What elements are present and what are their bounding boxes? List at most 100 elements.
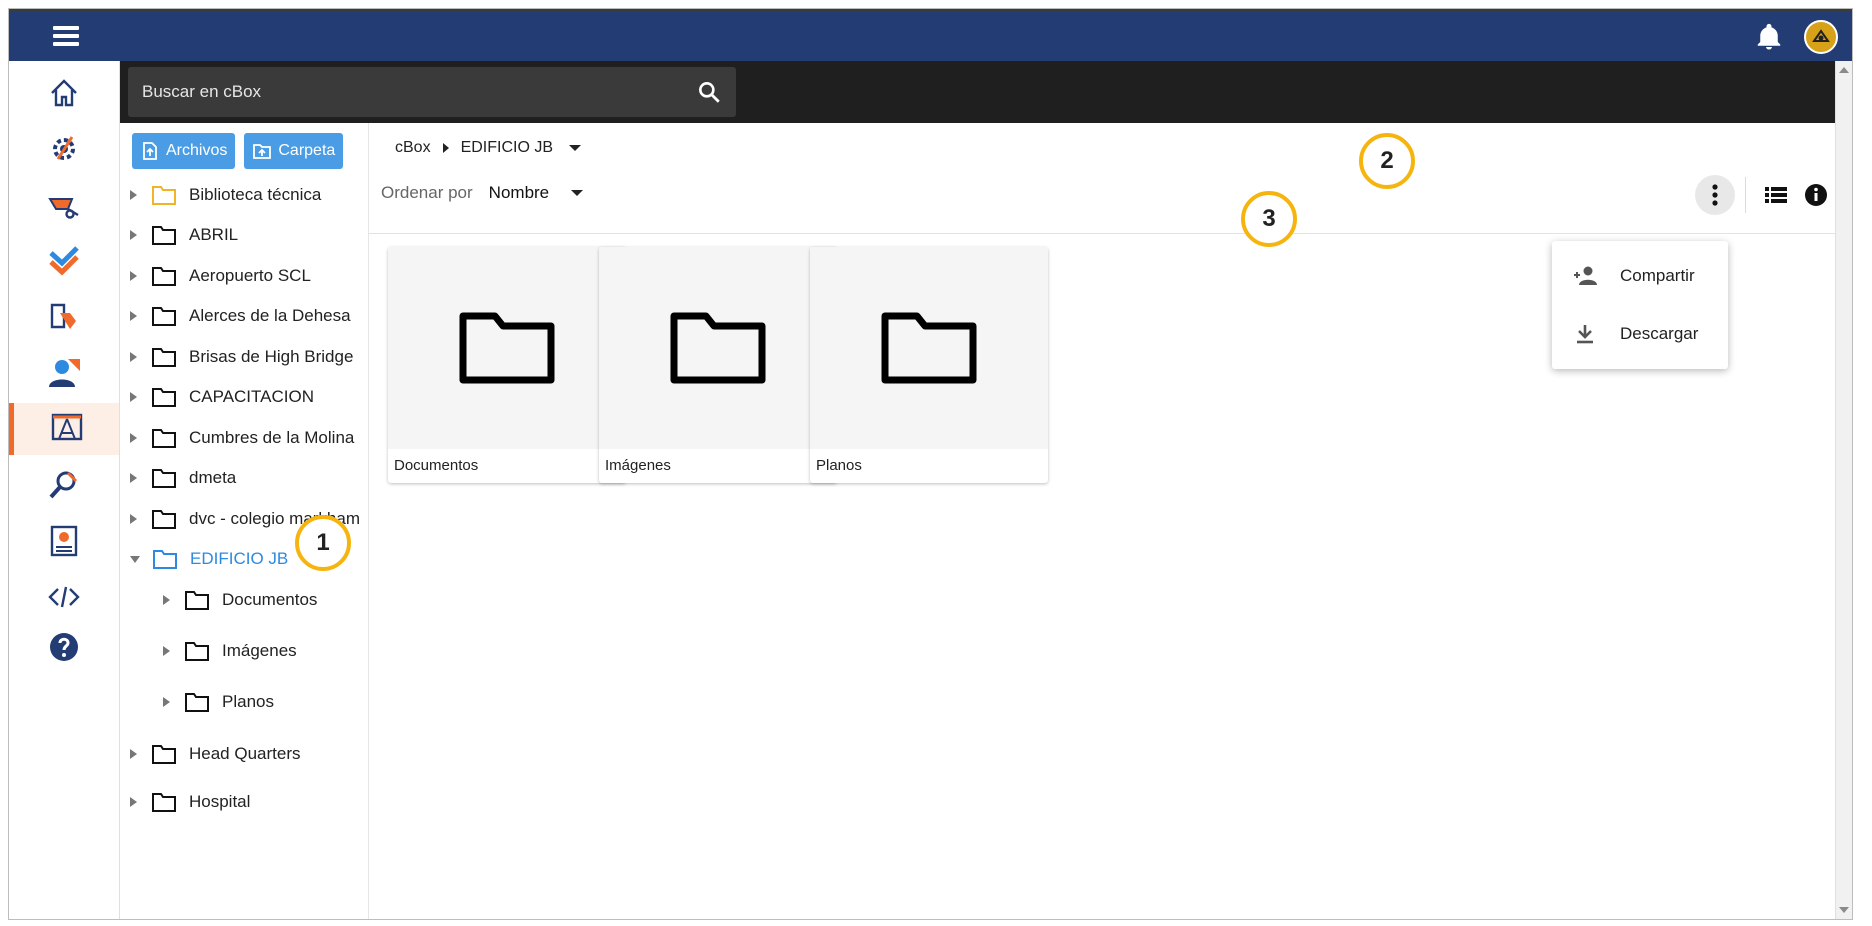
tree-child-node[interactable]: Imágenes (163, 631, 297, 671)
expand-arrow-icon[interactable] (163, 595, 170, 605)
breadcrumb-dropdown-icon[interactable] (569, 145, 582, 151)
expand-arrow-icon[interactable] (130, 230, 137, 240)
rail-home[interactable] (9, 67, 119, 119)
more-options-button[interactable] (1695, 175, 1735, 215)
sort-label: Ordenar por (381, 183, 473, 202)
vertical-scrollbar[interactable] (1835, 61, 1852, 919)
tree-node-selected[interactable]: EDIFICIO JB (130, 539, 288, 579)
expand-arrow-icon[interactable] (130, 473, 137, 483)
folder-icon (152, 388, 176, 407)
upload-folder-label: Carpeta (278, 142, 336, 159)
user-icon (49, 359, 80, 387)
expand-arrow-icon[interactable] (130, 311, 137, 321)
notifications-bell-icon[interactable] (1754, 22, 1784, 52)
company-logo-icon (1812, 29, 1830, 42)
tree-node[interactable]: Biblioteca técnica (130, 175, 321, 215)
tree-node[interactable]: Head Quarters (130, 734, 301, 774)
expand-arrow-icon[interactable] (163, 697, 170, 707)
list-view-icon (1765, 187, 1787, 203)
breadcrumb-separator-icon (442, 143, 449, 153)
view-toolbar (1695, 175, 1836, 215)
info-icon (1805, 184, 1827, 206)
rail-help[interactable] (9, 621, 119, 673)
breadcrumb-root[interactable]: cBox (395, 139, 431, 157)
folder-card[interactable]: Documentos (388, 247, 626, 483)
menu-item-label: Compartir (1620, 266, 1695, 285)
rail-users[interactable] (9, 347, 119, 399)
tree-node-label: ABRIL (189, 225, 239, 244)
list-view-button[interactable] (1756, 175, 1796, 215)
tree-node[interactable]: Hospital (130, 782, 250, 822)
menu-item-download[interactable]: Descargar (1552, 305, 1728, 363)
more-options-menu: Compartir Descargar (1552, 241, 1728, 369)
sort-select[interactable]: Nombre (488, 183, 584, 203)
top-app-bar (9, 9, 1852, 61)
expand-arrow-icon[interactable] (130, 433, 137, 443)
tree-node[interactable]: Alerces de la Dehesa (130, 296, 351, 336)
rail-tasks[interactable] (9, 235, 119, 287)
info-button[interactable] (1796, 175, 1836, 215)
rail-inspection[interactable] (9, 459, 119, 511)
search-icon[interactable] (696, 79, 722, 105)
breadcrumb: cBox EDIFICIO JB (395, 139, 582, 157)
menu-item-share[interactable]: Compartir (1552, 247, 1728, 305)
expand-arrow-icon[interactable] (130, 749, 137, 759)
callout-marker-2: 2 (1359, 133, 1415, 189)
expand-arrow-icon[interactable] (130, 352, 137, 362)
expand-arrow-icon[interactable] (163, 646, 170, 656)
tree-node[interactable]: Aeropuerto SCL (130, 256, 311, 296)
callout-marker-3: 3 (1241, 191, 1297, 247)
rail-wheelbarrow[interactable] (9, 179, 119, 231)
help-icon (50, 633, 78, 661)
tree-node[interactable]: ABRIL (130, 215, 238, 255)
checkmarks-icon (49, 246, 79, 276)
blueprint-icon (51, 413, 82, 441)
folder-icon (152, 226, 176, 245)
menu-icon[interactable] (53, 26, 79, 48)
tree-node[interactable]: CAPACITACION (130, 377, 314, 417)
expand-arrow-icon[interactable] (130, 797, 137, 807)
expand-arrow-icon[interactable] (130, 392, 137, 402)
tree-node-label: EDIFICIO JB (190, 549, 289, 568)
tree-node-label: Hospital (189, 792, 251, 811)
rail-plans[interactable] (9, 403, 119, 455)
tree-node[interactable]: Brisas de High Bridge (130, 337, 353, 377)
tree-node-label: Brisas de High Bridge (189, 347, 354, 366)
tree-node[interactable]: dmeta (130, 458, 236, 498)
upload-folder-button[interactable]: Carpeta (244, 133, 344, 169)
rail-finance[interactable] (9, 515, 119, 567)
rail-transfer[interactable] (9, 291, 119, 343)
upload-files-button[interactable]: Archivos (132, 133, 236, 169)
folder-card[interactable]: Planos (810, 247, 1048, 483)
tree-child-node[interactable]: Documentos (163, 580, 317, 620)
scroll-up-icon[interactable] (1839, 67, 1849, 73)
tree-node-label: Head Quarters (189, 744, 301, 763)
expand-arrow-icon[interactable] (130, 190, 137, 200)
tree-node-label: dmeta (189, 468, 237, 487)
rail-settings[interactable] (9, 123, 119, 175)
collapse-arrow-icon[interactable] (130, 555, 140, 563)
folder-card-name: Documentos (394, 457, 479, 474)
expand-arrow-icon[interactable] (130, 271, 137, 281)
folder-icon (152, 307, 176, 326)
folder-icon (670, 312, 766, 384)
breadcrumb-current[interactable]: EDIFICIO JB (461, 139, 553, 157)
tree-node[interactable]: Cumbres de la Molina (130, 418, 354, 458)
tree-node-label: Biblioteca técnica (189, 185, 322, 204)
expand-arrow-icon[interactable] (130, 514, 137, 524)
search-input[interactable]: Buscar en cBox (128, 67, 736, 117)
search-bar: Buscar en cBox (120, 61, 1836, 123)
tree-child-node[interactable]: Planos (163, 682, 274, 722)
rail-developer[interactable] (9, 571, 119, 623)
sort-value: Nombre (488, 183, 550, 202)
download-icon (1577, 325, 1593, 344)
scroll-down-icon[interactable] (1839, 907, 1849, 913)
folder-icon (185, 642, 209, 661)
folder-icon (152, 348, 176, 367)
user-avatar[interactable] (1804, 20, 1838, 54)
file-upload-icon (143, 142, 157, 160)
folder-icon (152, 793, 176, 812)
tree-node-label: Aeropuerto SCL (189, 266, 311, 285)
upload-files-label: Archivos (166, 142, 228, 159)
folder-card[interactable]: Imágenes (599, 247, 837, 483)
